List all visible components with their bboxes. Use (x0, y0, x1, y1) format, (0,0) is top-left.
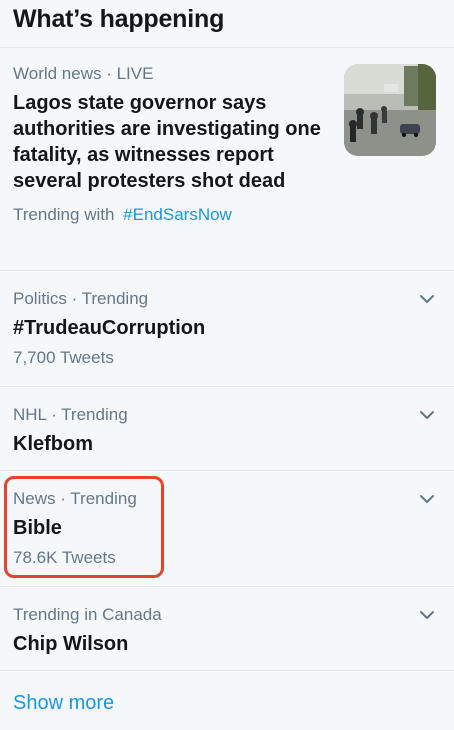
featured-image (344, 64, 436, 156)
chevron-down-icon[interactable] (418, 406, 436, 424)
panel-header: What’s happening (0, 0, 454, 48)
trend-meta: Politics · Trending (13, 289, 149, 308)
trend-item[interactable]: NHL · Trending Klefbom (0, 387, 454, 471)
trend-tweet-count: 7,700 Tweets (13, 348, 114, 367)
trend-item[interactable]: Trending in Canada Chip Wilson (0, 587, 454, 671)
trend-title: Chip Wilson (13, 633, 129, 655)
trending-with: Trending with #EndSarsNow (13, 204, 441, 226)
trend-title: Klefbom (13, 433, 93, 455)
trend-meta: NHL · Trending (13, 405, 128, 424)
trend-tweet-count: 78.6K Tweets (13, 548, 116, 567)
chevron-down-icon[interactable] (418, 490, 436, 508)
trend-title: #TrudeauCorruption (13, 317, 206, 339)
trend-meta: News · Trending (13, 489, 137, 508)
panel-title: What’s happening (13, 5, 225, 33)
whats-happening-panel: What’s happening World news · LIVE Lagos… (0, 0, 454, 730)
featured-headline: Lagos state governor says authorities ar… (13, 92, 321, 192)
trend-title: Bible (13, 517, 62, 539)
featured-story[interactable]: World news · LIVE Lagos state governor s… (0, 48, 454, 271)
chevron-down-icon[interactable] (418, 606, 436, 624)
trend-item[interactable]: News · Trending Bible 78.6K Tweets (0, 471, 454, 587)
trend-meta: Trending in Canada (13, 605, 162, 624)
trend-item[interactable]: Politics · Trending #TrudeauCorruption 7… (0, 271, 454, 387)
show-more-link[interactable]: Show more (13, 690, 114, 716)
chevron-down-icon[interactable] (418, 290, 436, 308)
trending-with-hashtag[interactable]: #EndSarsNow (123, 205, 232, 224)
trending-with-label: Trending with (13, 205, 115, 224)
